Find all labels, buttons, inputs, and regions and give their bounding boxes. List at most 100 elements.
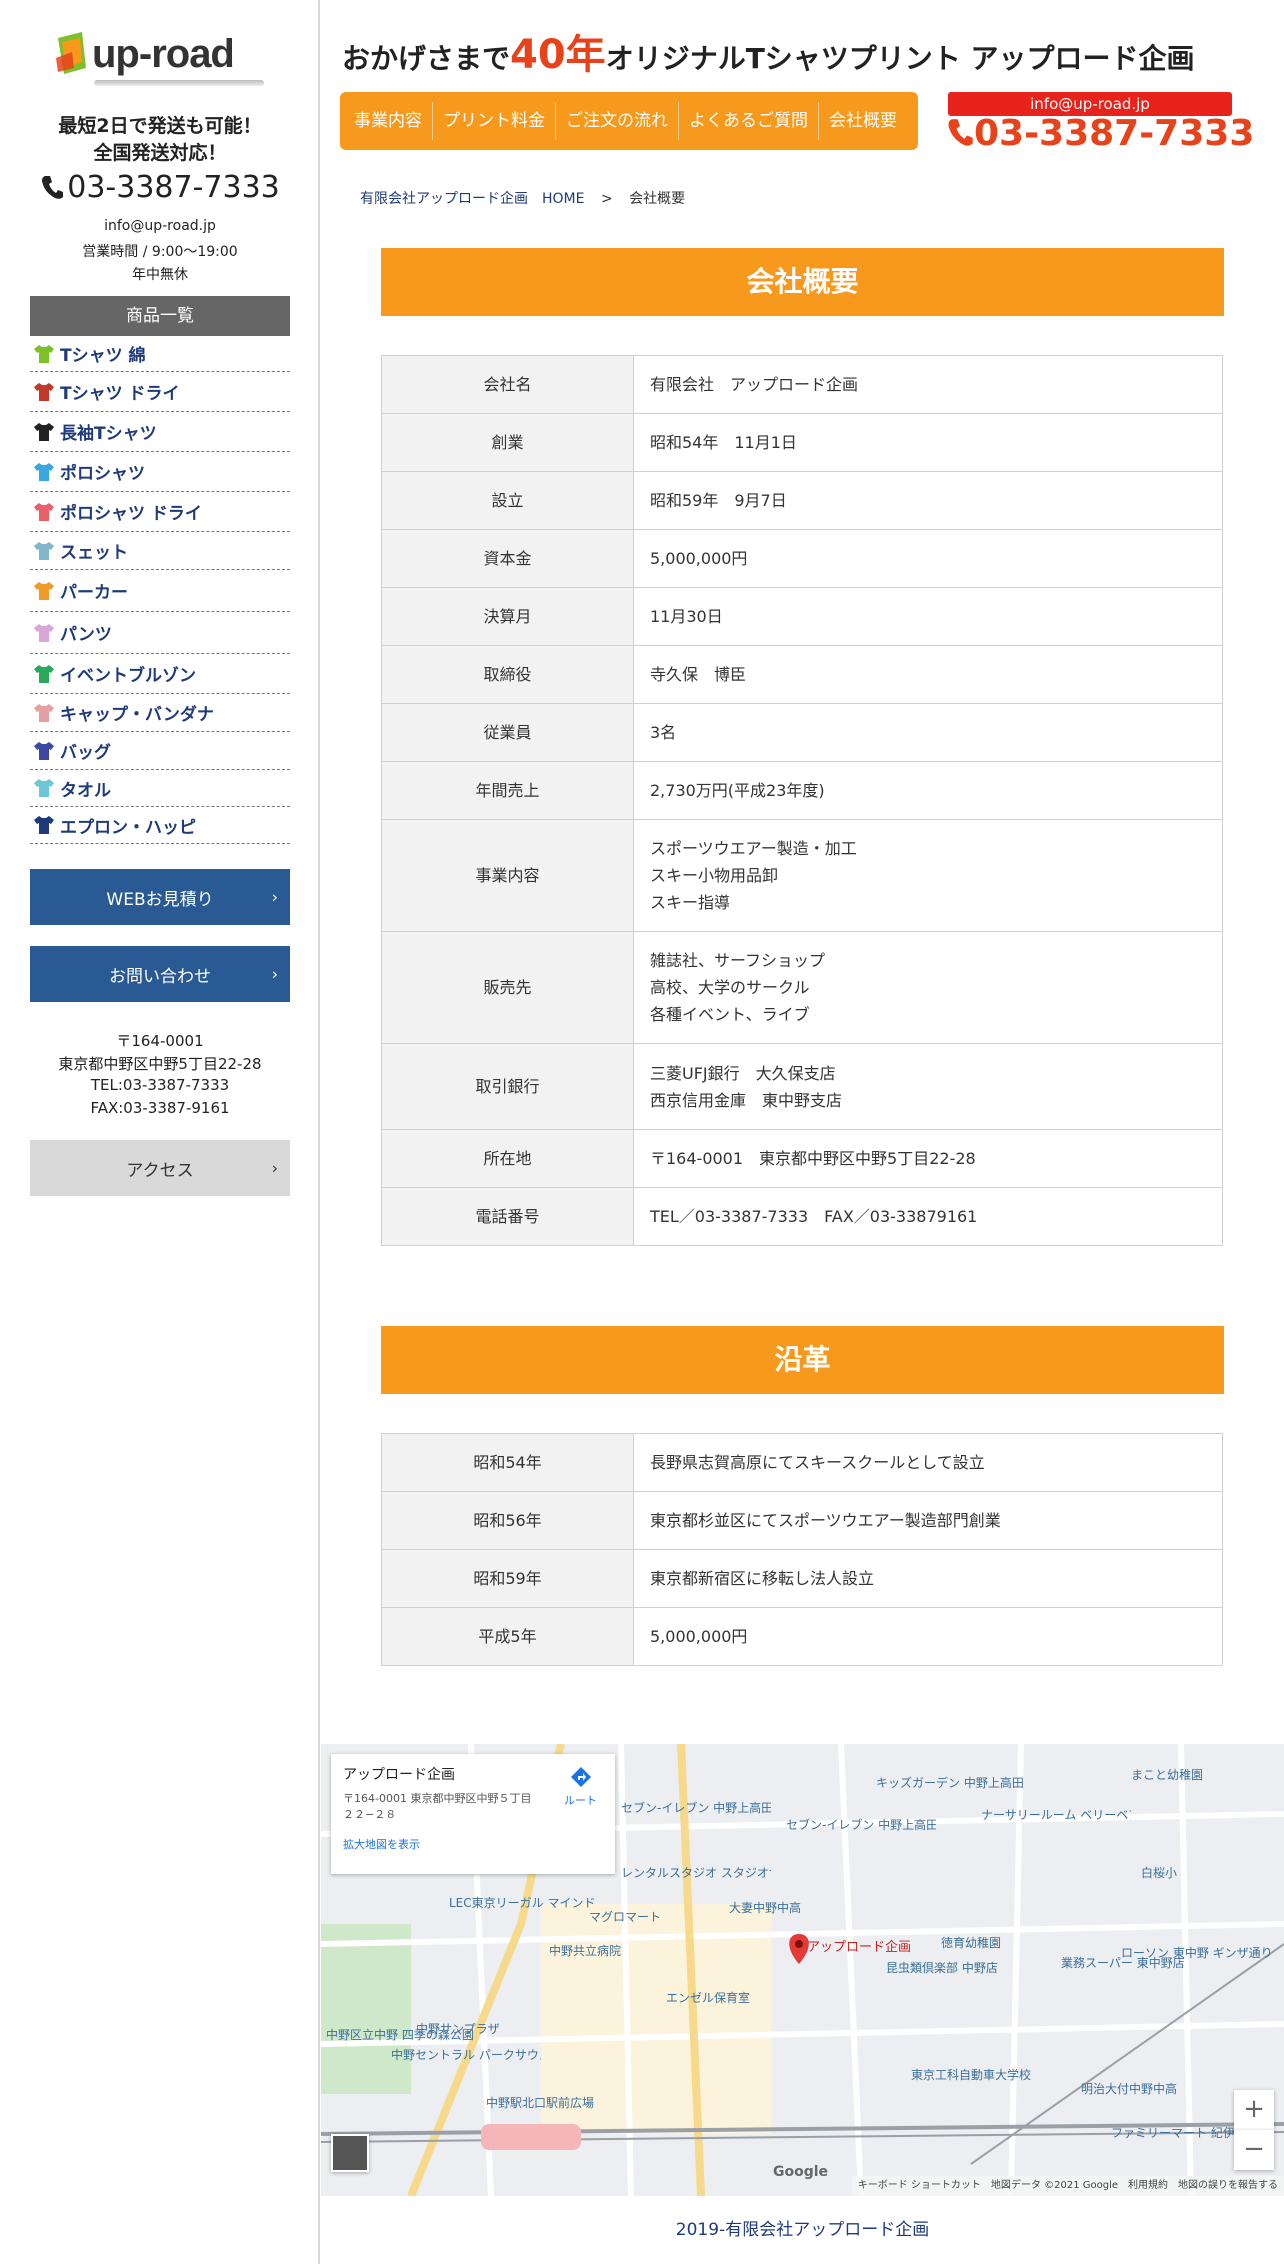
product-item-label: Tシャツ ドライ xyxy=(60,384,180,404)
pants-icon xyxy=(34,623,54,642)
catch-line-1: 最短2日で発送も可能！ xyxy=(58,115,262,137)
jacket-icon xyxy=(34,664,54,683)
logo-reflection xyxy=(94,80,264,86)
web-estimate-button[interactable]: WEBお見積り › xyxy=(30,869,290,925)
map-place-label[interactable]: レンタルスタジオ スタジオサイ xyxy=(621,1864,771,1881)
map-place-label[interactable]: セブン-イレブン 中野上高田店 xyxy=(621,1799,771,1816)
map-place-label[interactable]: 徳育幼稚園 xyxy=(941,1934,1001,1951)
row-value: 有限会社 アップロード企画 xyxy=(633,355,1223,414)
site-logo[interactable]: up-road xyxy=(52,28,268,92)
phone-icon xyxy=(948,119,973,146)
map-place-label[interactable]: 中野共立病院 xyxy=(549,1942,621,1959)
map-layer-toggle[interactable] xyxy=(331,2134,369,2172)
sidebar-phone-number: 03-3387-7333 xyxy=(67,170,280,205)
row-label: 従業員 xyxy=(381,703,634,762)
nav-faq[interactable]: よくあるご質問 xyxy=(679,102,819,140)
row-label: 設立 xyxy=(381,471,634,530)
row-value-line: 三菱UFJ銀行 大久保支店 xyxy=(650,1063,836,1083)
breadcrumb-home[interactable]: 有限会社アップロード企画 HOME xyxy=(360,191,584,207)
map-place-label[interactable]: マグロマート xyxy=(589,1908,661,1925)
contact-button[interactable]: お問い合わせ › xyxy=(30,946,290,1002)
product-item-label: バッグ xyxy=(60,743,111,763)
directions-icon xyxy=(570,1767,591,1787)
map-attribution[interactable]: キーボード ショートカット 地図データ ©2021 Google 利用規約 地図… xyxy=(851,2176,1284,2196)
map-place-label[interactable]: キッズガーデン 中野上高田 xyxy=(876,1774,1024,1791)
table-row: 所在地 〒164-0001 東京都中野区中野5丁目22-28 xyxy=(381,1129,1223,1188)
business-hours: 営業時間 / 9:00～19:00 xyxy=(82,244,238,260)
site-title: おかげさまで40年オリジナルTシャツプリント アップロード企画 xyxy=(342,22,1195,80)
product-item-label: スェット xyxy=(60,543,128,563)
product-item[interactable]: バッグ xyxy=(30,732,290,770)
row-label: 所在地 xyxy=(381,1129,634,1188)
apron-icon xyxy=(34,816,54,834)
sidebar-phone[interactable]: 03-3387-7333 xyxy=(0,170,320,205)
product-item[interactable]: Tシャツ ドライ xyxy=(30,372,290,412)
breadcrumb-separator: > xyxy=(600,191,613,207)
table-row: 昭和59年 東京都新宿区に移転し法人設立 xyxy=(381,1549,1223,1608)
row-value-line: スキー指導 xyxy=(650,893,731,912)
table-row: 電話番号 TEL／03-3387-7333 FAX／03-33879161 xyxy=(381,1187,1223,1246)
map-place-label[interactable]: ナーサリールーム ベリーベアー中野 xyxy=(981,1806,1131,1823)
map-place-label[interactable]: 東京工科自動車大学校 xyxy=(911,2066,1031,2083)
breadcrumb-current: 会社概要 xyxy=(629,191,686,207)
map-place-label[interactable]: 中野駅北口駅前広場 xyxy=(486,2094,594,2111)
row-value: スポーツウエアー製造・加工 スキー小物用品卸 スキー指導 xyxy=(633,819,1223,932)
map-place-label[interactable]: ローソン 東中野 ギンザ通り店 xyxy=(1121,1944,1271,1961)
row-label: 平成5年 xyxy=(381,1607,634,1666)
nav-company[interactable]: 会社概要 xyxy=(819,102,907,140)
table-row: 年間売上 2,730万円(平成23年度) xyxy=(381,761,1223,820)
access-button[interactable]: アクセス › xyxy=(30,1140,290,1196)
sidebar-email[interactable]: info@up-road.jp xyxy=(0,218,320,234)
map-place-label[interactable]: 明治大付中野中高 xyxy=(1081,2080,1177,2097)
row-value-line: 高校、大学のサークル xyxy=(650,978,810,997)
google-map[interactable]: キッズガーデン 中野上高田セブン-イレブン 中野上高田店 セブン-イレブン 中野上… xyxy=(321,1744,1284,2196)
table-row: 決算月 11月30日 xyxy=(381,587,1223,646)
map-place-label[interactable]: LEC東京リーガル マインド 中野本校 xyxy=(449,1894,599,1911)
table-row: 資本金 5,000,000円 xyxy=(381,529,1223,588)
map-place-label[interactable]: 中野セントラル パークサウス xyxy=(391,2046,541,2063)
header-phone-number: 03-3387-7333 xyxy=(974,113,1255,154)
row-value: 東京都新宿区に移転し法人設立 xyxy=(633,1549,1223,1608)
zoom-in-button[interactable]: + xyxy=(1234,2090,1274,2130)
row-value-line: 3名 xyxy=(650,723,677,742)
header-phone[interactable]: 03-3387-7333 xyxy=(946,113,1254,154)
map-enlarge-link[interactable]: 拡大地図を表示 xyxy=(343,1836,603,1852)
logo-text: up-road xyxy=(92,32,235,76)
product-item[interactable]: ポロシャツ xyxy=(30,452,290,492)
product-item[interactable]: 長袖Tシャツ xyxy=(30,412,290,452)
product-item[interactable]: タオル xyxy=(30,770,290,807)
map-place-label[interactable]: 大妻中野中高 xyxy=(729,1899,801,1916)
row-label: 事業内容 xyxy=(381,819,634,932)
product-item[interactable]: Tシャツ 綿 xyxy=(30,336,290,372)
map-place-label[interactable]: 中野区立中野 四季の森公園 xyxy=(326,2026,474,2043)
zoom-out-button[interactable]: − xyxy=(1234,2130,1274,2170)
product-item[interactable]: パンツ xyxy=(30,612,290,654)
nav-print-price[interactable]: プリント料金 xyxy=(433,102,556,140)
row-label: 創業 xyxy=(381,413,634,472)
row-label: 資本金 xyxy=(381,529,634,588)
product-item[interactable]: パーカー xyxy=(30,570,290,612)
row-label: 取引銀行 xyxy=(381,1043,634,1130)
polo-icon xyxy=(34,502,54,521)
map-place-label[interactable]: 白桜小 xyxy=(1141,1864,1177,1881)
map-route-button[interactable]: ルート xyxy=(564,1766,597,1808)
map-place-label[interactable]: セブン-イレブン 中野上高田2丁目東店 xyxy=(786,1816,936,1833)
product-item[interactable]: キャップ・バンダナ xyxy=(30,694,290,732)
row-value-line: 有限会社 アップロード企画 xyxy=(650,375,859,394)
product-item[interactable]: イベントブルゾン xyxy=(30,654,290,694)
product-item[interactable]: ポロシャツ ドライ xyxy=(30,492,290,532)
title-years: 40年 xyxy=(510,32,606,78)
product-item[interactable]: スェット xyxy=(30,532,290,570)
row-label: 決算月 xyxy=(381,587,634,646)
nav-order-flow[interactable]: ご注文の流れ xyxy=(556,102,679,140)
product-item[interactable]: エプロン・ハッピ xyxy=(30,807,290,844)
row-value: 〒164-0001 東京都中野区中野5丁目22-28 xyxy=(633,1129,1223,1188)
map-place-label[interactable]: 昆虫類倶楽部 中野店 xyxy=(886,1959,998,1976)
product-item-label: ポロシャツ xyxy=(60,464,145,484)
map-place-label[interactable]: まこと幼稚園 xyxy=(1131,1766,1203,1783)
title-suffix: オリジナルTシャツプリント アップロード企画 xyxy=(605,42,1195,75)
row-value: 2,730万円(平成23年度) xyxy=(633,761,1223,820)
map-place-label[interactable]: エンゼル保育室 xyxy=(666,1989,750,2006)
row-label: 年間売上 xyxy=(381,761,634,820)
nav-services[interactable]: 事業内容 xyxy=(344,102,433,140)
